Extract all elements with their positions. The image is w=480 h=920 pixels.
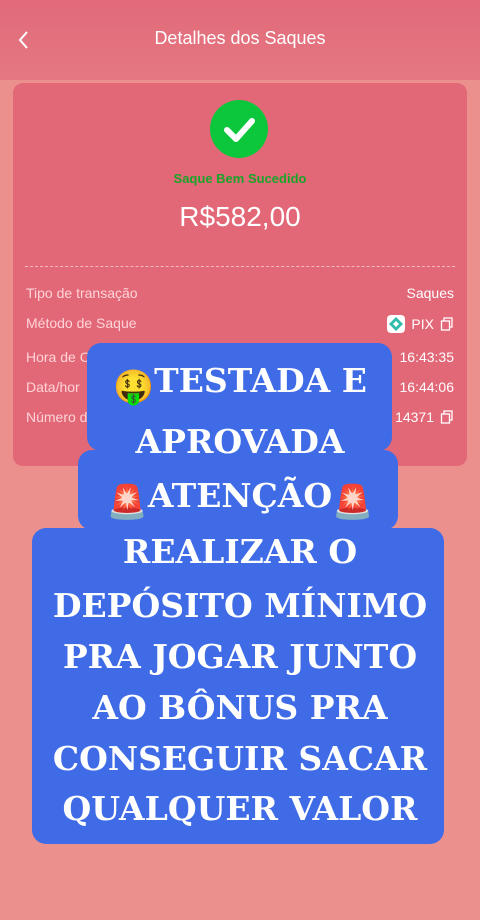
siren-emoji: 🚨 [332, 482, 374, 521]
row-value: Saques [406, 285, 454, 301]
row-label: Tipo de transação [26, 285, 138, 301]
row-value: PIX [411, 316, 434, 332]
check-icon [210, 100, 268, 158]
row-withdraw-method: Método de Saque PIX [26, 315, 454, 337]
divider [25, 266, 455, 267]
pix-icon [387, 315, 406, 333]
row-label: Método de Saque [26, 315, 137, 331]
status-text: Saque Bem Sucedido [173, 171, 307, 186]
overlay-line-7: AO BÔNUS PRA [92, 688, 388, 727]
overlay-line-2: APROVADA [135, 422, 345, 461]
amount-value: R$582,00 [179, 201, 301, 232]
top-bar: Detalhes dos Saques [0, 0, 480, 80]
siren-emoji: 🚨 [106, 482, 148, 521]
overlay-line-1: 🤑TESTADA E [113, 361, 367, 406]
page-title: Detalhes dos Saques [154, 28, 326, 48]
overlay-line-8: CONSEGUIR SACAR [52, 739, 428, 778]
overlay-line-3: 🚨ATENÇÃO🚨 [106, 476, 374, 521]
overlay-line-5: DEPÓSITO MÍNIMO [52, 586, 428, 625]
overlay-line-9: QUALQUER VALOR [62, 789, 418, 828]
copy-icon[interactable] [440, 317, 454, 331]
overlay-line-6: PRA JOGAR JUNTO [62, 637, 418, 676]
overlay-line-4: REALIZAR O [122, 532, 358, 571]
row-transaction-type: Tipo de transação Saques [26, 285, 454, 307]
money-face-emoji: 🤑 [113, 367, 155, 406]
